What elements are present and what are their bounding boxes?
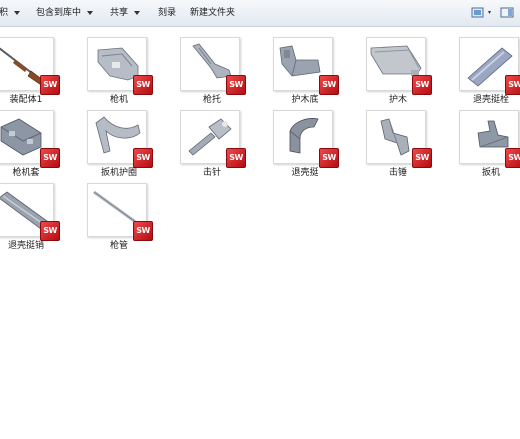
file-item[interactable]: SW 护木底 <box>265 29 345 105</box>
file-item[interactable]: SW 退壳挺栓 <box>451 29 520 105</box>
chevron-down-icon <box>134 10 141 15</box>
file-item[interactable]: SW 击锤 <box>358 102 438 178</box>
file-item[interactable]: SW 扳机 <box>451 102 520 178</box>
toolbar-item-organize[interactable]: 积 <box>0 0 21 26</box>
toolbar-item-include-in-library[interactable]: 包含到库中 <box>36 0 94 26</box>
chevron-down-icon <box>14 10 21 15</box>
chevron-down-icon <box>87 10 94 15</box>
file-name: 退壳挺 <box>291 168 319 178</box>
file-item[interactable]: SW 枪机套 <box>0 102 66 178</box>
preview-pane-button[interactable] <box>500 6 514 23</box>
file-item[interactable]: SW 护木 <box>358 29 438 105</box>
command-bar: 积 包含到库中 共享 刻录 新建文件夹 <box>0 0 520 27</box>
toolbar-item-label: 刻录 <box>158 8 177 18</box>
toolbar-item-label: 共享 <box>110 8 129 18</box>
file-item[interactable]: SW 枪托 <box>172 29 252 105</box>
file-name: 击针 <box>202 168 221 178</box>
toolbar-item-burn[interactable]: 刻录 <box>158 0 176 26</box>
file-item[interactable]: SW 枪管 <box>79 175 159 251</box>
file-item[interactable]: SW 扳机护圈 <box>79 102 159 178</box>
preview-pane-icon <box>500 7 514 18</box>
file-item[interactable]: SW 枪机 <box>79 29 159 105</box>
view-options-button[interactable] <box>471 6 495 23</box>
toolbar-item-label: 包含到库中 <box>36 8 82 18</box>
file-name: 击锤 <box>388 168 407 178</box>
file-name: 枪管 <box>109 241 128 251</box>
toolbar-item-share[interactable]: 共享 <box>110 0 141 26</box>
file-name: 退壳挺销 <box>7 241 44 251</box>
file-item[interactable]: SW 击针 <box>172 102 252 178</box>
view-options-icon <box>471 7 491 18</box>
toolbar-item-label: 新建文件夹 <box>190 8 236 18</box>
file-name: 扳机 <box>481 168 500 178</box>
toolbar-item-new-folder[interactable]: 新建文件夹 <box>190 0 235 26</box>
file-item[interactable]: SW 退壳挺销 <box>0 175 66 251</box>
toolbar-item-label: 积 <box>0 8 9 18</box>
file-item[interactable]: SW 装配体1 <box>0 29 66 105</box>
file-item[interactable]: SW 退壳挺 <box>265 102 345 178</box>
